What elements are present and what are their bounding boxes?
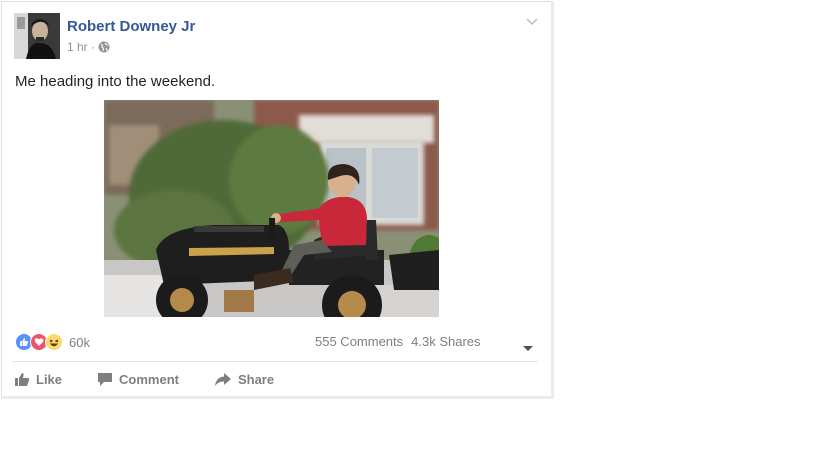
- comment-icon: [98, 372, 113, 386]
- like-button[interactable]: Like: [14, 372, 62, 387]
- card-shadow-right: [551, 1, 554, 399]
- comment-label: Comment: [119, 371, 179, 387]
- share-button[interactable]: Share: [214, 372, 274, 387]
- card-shadow-bottom: [1, 396, 554, 399]
- meta-separator: ·: [90, 40, 95, 54]
- globe-icon[interactable]: [98, 41, 110, 53]
- reactions-summary[interactable]: 60k: [15, 332, 90, 352]
- comment-button[interactable]: Comment: [97, 372, 179, 387]
- like-label: Like: [36, 371, 63, 387]
- share-icon: [214, 372, 231, 386]
- reaction-count[interactable]: 60k: [69, 335, 90, 350]
- haha-reaction-icon: [45, 333, 63, 351]
- post-time[interactable]: 1 hr: [67, 40, 88, 54]
- thumbs-up-icon: [15, 372, 30, 386]
- post-meta: 1 hr ·: [67, 40, 110, 54]
- avatar[interactable]: [14, 13, 60, 59]
- share-label: Share: [237, 371, 275, 387]
- post-text: Me heading into the weekend.: [15, 73, 216, 90]
- comments-count[interactable]: 555 Comments: [315, 334, 403, 349]
- post-image[interactable]: [104, 100, 439, 317]
- caret-down-icon[interactable]: [522, 340, 534, 351]
- actions-divider: [12, 361, 538, 362]
- engagement-counts: 555 Comments 4.3k Shares: [315, 334, 481, 349]
- chevron-down-icon[interactable]: [524, 15, 540, 29]
- post-actions: Like Comment Share: [14, 368, 309, 390]
- shares-count[interactable]: 4.3k Shares: [411, 334, 480, 349]
- author-name[interactable]: Robert Downey Jr: [67, 18, 195, 35]
